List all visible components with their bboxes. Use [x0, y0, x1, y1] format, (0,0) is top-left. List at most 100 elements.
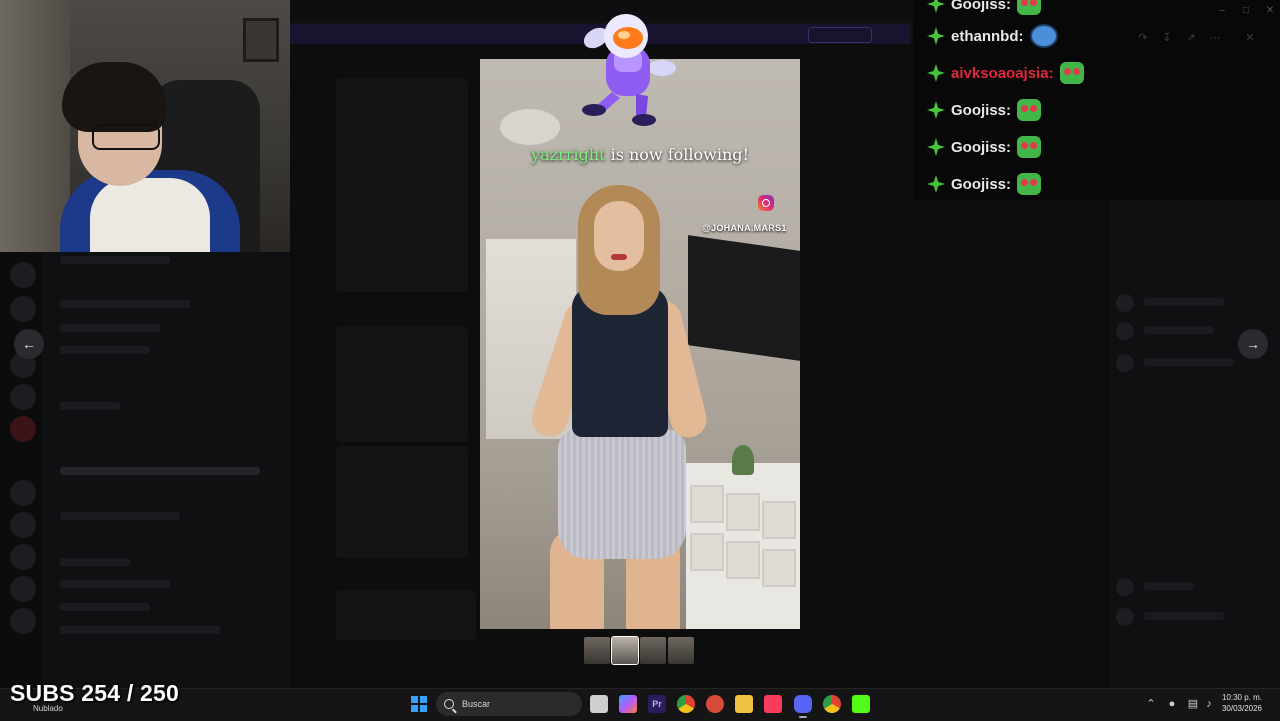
- attachment-card[interactable]: [336, 590, 476, 640]
- search-label: Buscar: [462, 699, 491, 709]
- previous-media-button[interactable]: ←: [14, 329, 44, 359]
- windows-start-icon[interactable]: [411, 696, 427, 712]
- webcam-streamer-glasses: [92, 124, 160, 150]
- channel-item[interactable]: [60, 603, 150, 611]
- channel-item[interactable]: [60, 512, 180, 520]
- network-icon[interactable]: ▤: [1187, 698, 1199, 710]
- chat-message: Goojiss:: [927, 133, 1042, 161]
- more-options-icon[interactable]: ⋯: [1209, 32, 1221, 44]
- astronaut-alert-icon: [582, 14, 676, 126]
- member-avatar[interactable]: [1116, 354, 1134, 372]
- minimize-icon[interactable]: –: [1217, 6, 1227, 16]
- server-icon[interactable]: [10, 608, 36, 634]
- chrome-profile-icon[interactable]: [823, 695, 841, 713]
- channel-item[interactable]: [60, 346, 150, 354]
- clock-date: 30/03/2026: [1221, 704, 1263, 713]
- kick-icon[interactable]: [852, 695, 870, 713]
- media-thumbnails: [584, 636, 694, 665]
- member-avatar[interactable]: [1116, 322, 1134, 340]
- server-icon[interactable]: [10, 384, 36, 410]
- app-red-icon[interactable]: [706, 695, 724, 713]
- media-viewer-video[interactable]: yazrright is now following! @JOHANA.MARS…: [480, 59, 800, 629]
- channel-item[interactable]: [60, 402, 120, 410]
- task-view-icon[interactable]: [590, 695, 608, 713]
- media-thumbnail[interactable]: [584, 637, 610, 664]
- attachment-card[interactable]: [336, 326, 468, 442]
- server-icon[interactable]: [10, 544, 36, 570]
- server-icon[interactable]: [10, 262, 36, 288]
- server-icon[interactable]: [10, 512, 36, 538]
- chevron-up-icon[interactable]: ⌃: [1145, 698, 1157, 710]
- shelf-cell: [726, 541, 760, 579]
- media-thumbnail[interactable]: [640, 637, 666, 664]
- server-icon[interactable]: [10, 416, 36, 442]
- channel-item[interactable]: [60, 580, 170, 588]
- chat-message: ethannbd:: [927, 22, 1058, 50]
- open-external-icon[interactable]: ↗: [1185, 32, 1197, 44]
- taskbar-clock[interactable]: 10:30 p. m. 30/03/2026: [1218, 692, 1266, 714]
- subs-counter: SUBS 254 / 250: [10, 680, 180, 706]
- download-icon[interactable]: ↧: [1161, 32, 1173, 44]
- server-icon[interactable]: [10, 296, 36, 322]
- video-person-face: [594, 201, 644, 271]
- file-explorer-icon[interactable]: [735, 695, 753, 713]
- chat-message: aivksoaoajsia:: [927, 59, 1084, 87]
- channel-item[interactable]: [60, 558, 130, 566]
- shelf-cell: [762, 549, 796, 587]
- server-icon[interactable]: [10, 576, 36, 602]
- chat-message: Goojiss:: [927, 0, 1042, 18]
- member-avatar[interactable]: [1116, 578, 1134, 596]
- chat-message: Goojiss:: [927, 170, 1042, 198]
- webcam-streamer-shirt: [90, 178, 210, 252]
- search-icon: [444, 699, 454, 709]
- discord-icon[interactable]: [794, 695, 812, 713]
- member-item[interactable]: [1144, 582, 1194, 590]
- subscriber-badge-icon: [927, 0, 945, 13]
- server-icon[interactable]: [10, 480, 36, 506]
- member-item[interactable]: [1144, 612, 1224, 620]
- volume-icon[interactable]: ♪: [1203, 698, 1215, 710]
- forward-icon[interactable]: ↷: [1137, 32, 1149, 44]
- channel-item[interactable]: [60, 300, 190, 308]
- webcam-feed: [0, 0, 290, 252]
- close-window-icon[interactable]: ✕: [1265, 6, 1275, 16]
- chat-username: Goojiss:: [951, 101, 1012, 119]
- subscriber-badge-icon: [927, 101, 945, 119]
- follow-alert-text: is now following!: [605, 145, 749, 164]
- premiere-icon[interactable]: Pr: [648, 695, 666, 713]
- channel-item[interactable]: [60, 324, 160, 332]
- attachment-card[interactable]: [336, 78, 468, 292]
- member-item[interactable]: [1144, 326, 1214, 334]
- channel-item[interactable]: [60, 626, 220, 634]
- member-item[interactable]: [1144, 358, 1234, 366]
- subscriber-badge-icon: [927, 138, 945, 156]
- maximize-icon[interactable]: □: [1241, 6, 1251, 16]
- close-viewer-icon[interactable]: ✕: [1244, 32, 1256, 44]
- follow-alert-user: yazrright: [531, 145, 606, 164]
- heart-eyes-emote-icon: [1059, 62, 1084, 84]
- attachment-card[interactable]: [336, 446, 468, 558]
- member-item[interactable]: [1144, 298, 1224, 306]
- channel-item[interactable]: [60, 256, 170, 264]
- member-avatar[interactable]: [1116, 608, 1134, 626]
- arrow-left-icon: ←: [22, 336, 36, 352]
- member-avatar[interactable]: [1116, 294, 1134, 312]
- chat-username: ethannbd:: [951, 27, 1024, 45]
- taskbar-search[interactable]: Buscar: [436, 692, 582, 716]
- shelf-cell: [690, 533, 724, 571]
- media-thumbnail-active[interactable]: [611, 636, 639, 665]
- copilot-icon[interactable]: [619, 695, 637, 713]
- video-shelf: [686, 463, 800, 629]
- media-thumbnail[interactable]: [668, 637, 694, 664]
- bg-banner-button[interactable]: [808, 27, 872, 43]
- chat-username: Goojiss:: [951, 138, 1012, 156]
- chrome-icon[interactable]: [677, 695, 695, 713]
- subscriber-badge-icon: [927, 64, 945, 82]
- microphone-icon[interactable]: ●: [1166, 698, 1178, 710]
- video-person-lips: [611, 254, 627, 260]
- follow-alert: yazrright is now following!: [480, 145, 800, 164]
- next-media-button[interactable]: →: [1238, 329, 1268, 359]
- music-app-icon[interactable]: [764, 695, 782, 713]
- channel-item-active[interactable]: [60, 467, 260, 475]
- shelf-cell: [726, 493, 760, 531]
